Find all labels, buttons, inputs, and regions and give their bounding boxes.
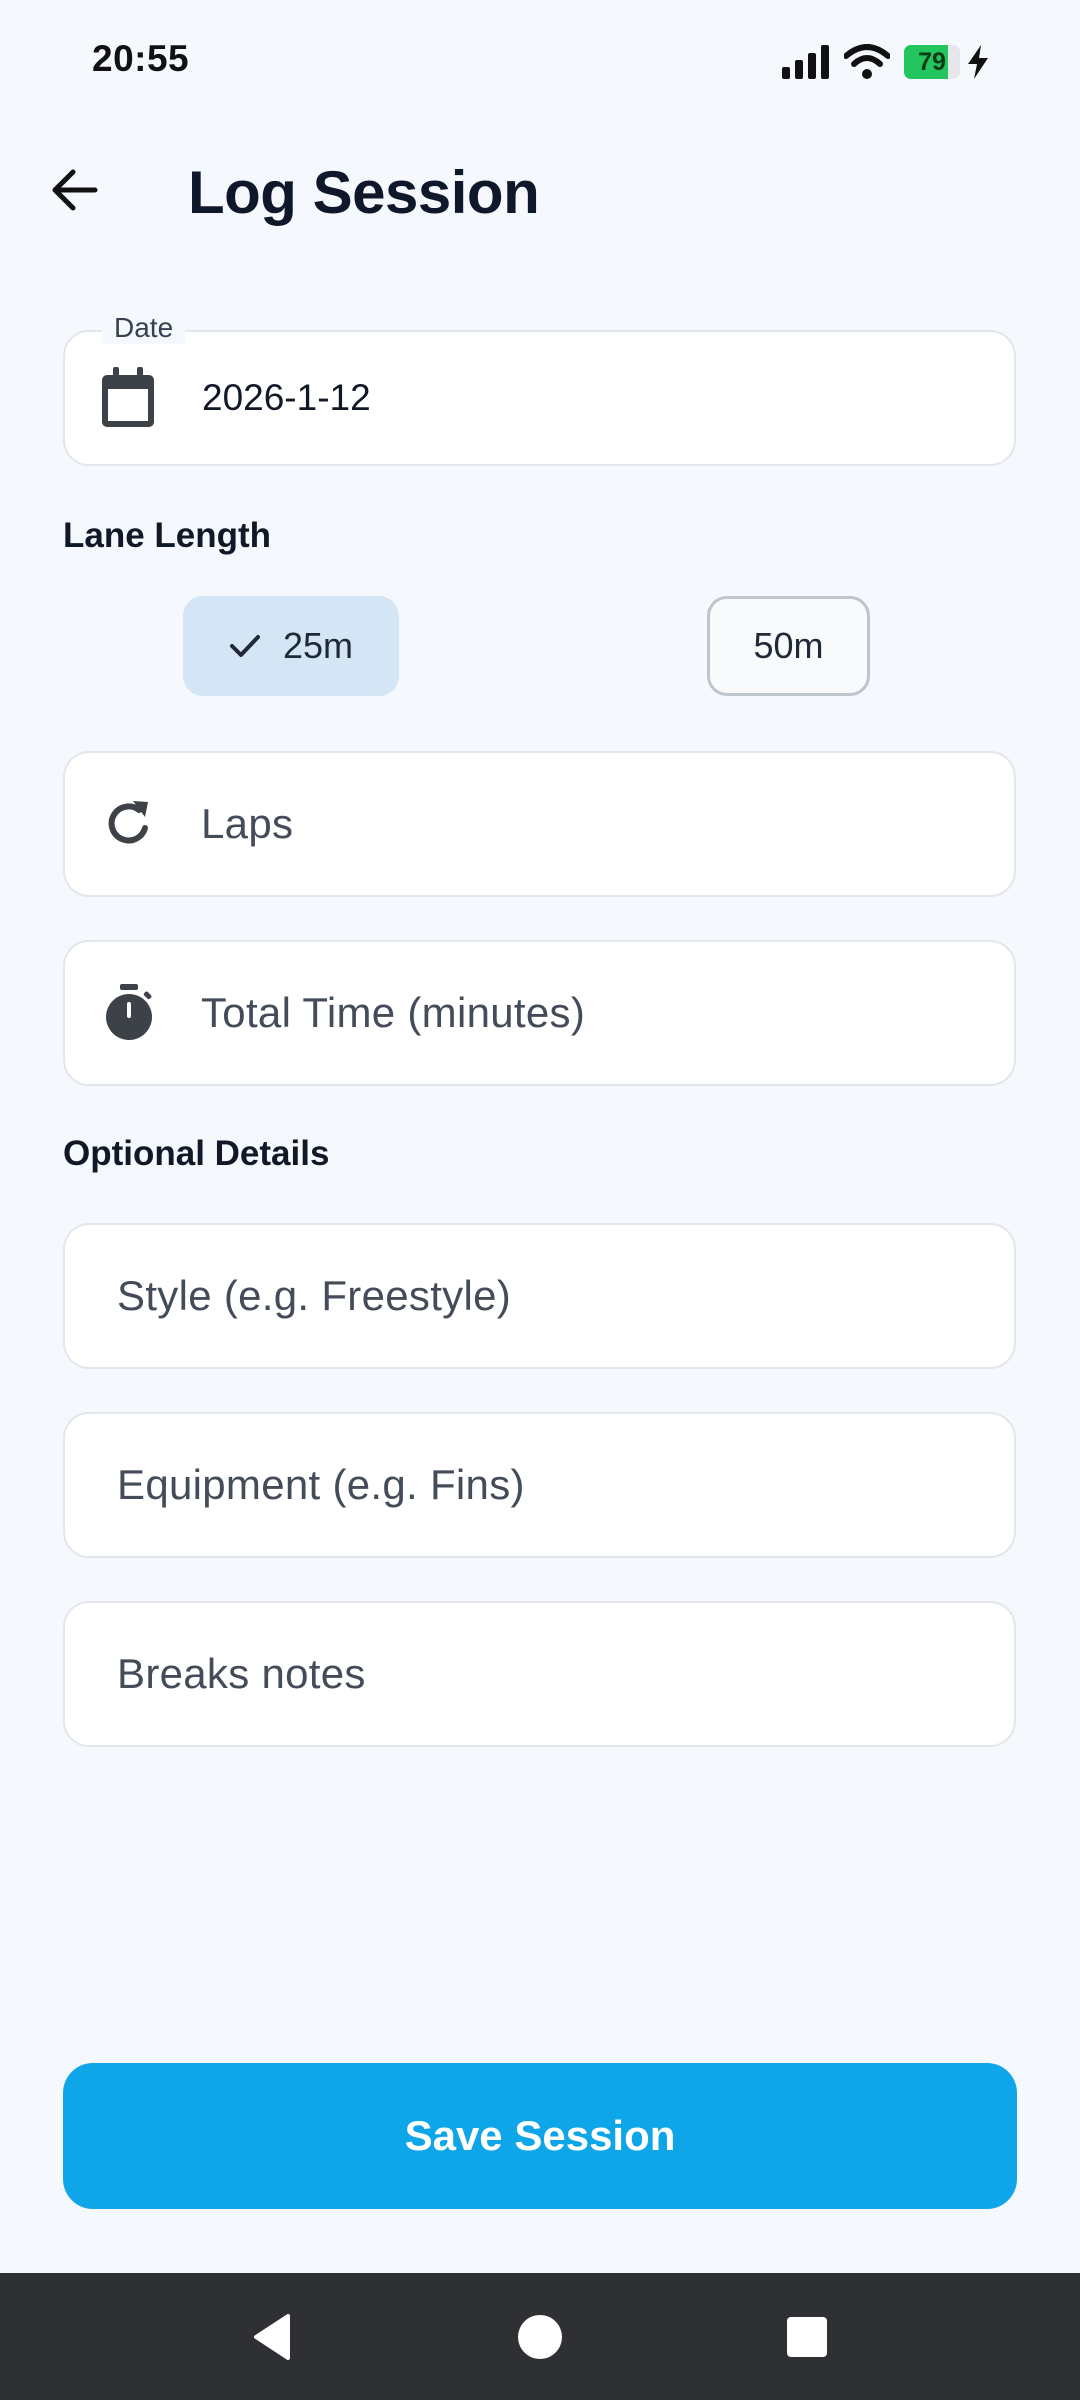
back-button[interactable] <box>36 152 112 228</box>
laps-placeholder: Laps <box>201 800 294 847</box>
equipment-field[interactable]: Equipment (e.g. Fins) <box>63 1412 1016 1558</box>
nav-recents-icon <box>787 2316 827 2357</box>
date-value: 2026-1-12 <box>202 377 371 418</box>
lane-length-label: Lane Length <box>63 516 272 555</box>
nav-home-icon <box>518 2314 562 2359</box>
charging-bolt-icon <box>968 45 988 79</box>
total-time-placeholder: Total Time (minutes) <box>201 989 586 1036</box>
date-label: Date <box>102 312 186 344</box>
save-session-button[interactable]: Save Session <box>63 2063 1017 2209</box>
arrow-left-icon <box>52 169 98 211</box>
laps-field[interactable]: Laps <box>63 751 1016 897</box>
calendar-icon <box>102 367 154 427</box>
lane-50m-label: 50m <box>753 625 824 666</box>
page-title: Log Session <box>188 159 540 226</box>
optional-details-label: Optional Details <box>63 1134 330 1173</box>
date-field[interactable]: 2026-1-12 <box>63 330 1016 466</box>
check-icon <box>229 635 260 657</box>
status-time: 20:55 <box>92 38 190 79</box>
equipment-placeholder: Equipment (e.g. Fins) <box>117 1461 525 1508</box>
status-bar: 20:55 79 <box>0 0 1080 120</box>
system-nav-bar <box>0 2273 1080 2400</box>
lane-50m-chip[interactable]: 50m <box>707 596 870 696</box>
status-icons: 79 <box>782 42 990 82</box>
refresh-icon <box>108 801 148 844</box>
lane-25m-label: 25m <box>282 625 354 666</box>
nav-home-button[interactable] <box>480 2273 600 2400</box>
nav-back-button[interactable] <box>212 2273 332 2400</box>
style-field[interactable]: Style (e.g. Freestyle) <box>63 1223 1016 1369</box>
battery-icon: 79 <box>904 45 960 79</box>
wifi-icon <box>844 44 890 79</box>
breaks-notes-placeholder: Breaks notes <box>117 1650 366 1697</box>
lane-25m-chip[interactable]: 25m <box>183 596 399 696</box>
battery-level: 79 <box>918 47 946 76</box>
nav-recents-button[interactable] <box>747 2273 867 2400</box>
app-header: Log Session <box>0 140 1080 250</box>
style-placeholder: Style (e.g. Freestyle) <box>117 1272 512 1319</box>
signal-icon <box>782 45 829 79</box>
total-time-field[interactable]: Total Time (minutes) <box>63 940 1016 1086</box>
nav-back-icon <box>254 2313 290 2360</box>
breaks-notes-field[interactable]: Breaks notes <box>63 1601 1016 1747</box>
stopwatch-icon <box>106 984 152 1040</box>
